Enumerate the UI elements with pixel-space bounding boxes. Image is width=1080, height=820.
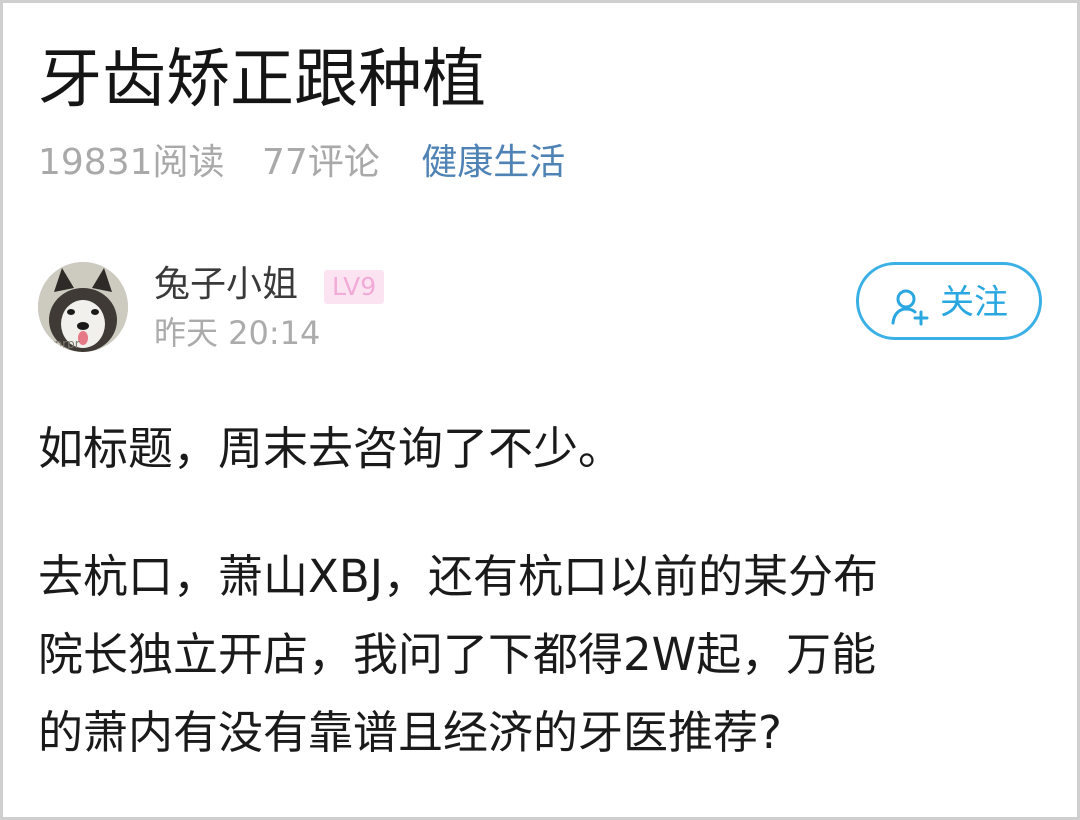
read-count: 19831阅读 [38, 142, 225, 183]
post-paragraph-2-line-3: 的萧内有没有靠谱且经济的牙医推荐? [38, 706, 782, 759]
husky-dog-avatar-icon: prprpr [38, 262, 128, 352]
post-meta: 19831阅读 77评论 健康生活 [38, 138, 565, 188]
author-row: prprpr 兔子小姐 LV9 昨天 20:14 关注 [38, 262, 1042, 352]
post-paragraph-1: 如标题，周末去咨询了不少。 [38, 422, 624, 475]
post-time: 昨天 20:14 [154, 314, 321, 352]
post-paragraph-2: 去杭口，萧山XBJ，还有杭口以前的某分布 院长独立开店，我问了下都得2W起，万能… [38, 538, 1048, 772]
comment-count[interactable]: 77评论 [262, 138, 380, 188]
avatar[interactable]: prprpr [38, 262, 128, 352]
svg-text:prprpr: prprpr [42, 337, 80, 351]
post-paragraph-2-line-2: 院长独立开店，我问了下都得2W起，万能 [38, 628, 877, 681]
post-paragraph-2-line-1: 去杭口，萧山XBJ，还有杭口以前的某分布 [38, 550, 878, 603]
post-title: 牙齿矫正跟种植 [38, 43, 486, 117]
author-name[interactable]: 兔子小姐 [154, 262, 298, 308]
user-plus-icon [890, 280, 930, 325]
follow-button[interactable]: 关注 [856, 262, 1042, 340]
level-badge: LV9 [324, 270, 385, 304]
category-link[interactable]: 健康生活 [421, 138, 565, 188]
post-body: 如标题，周末去咨询了不少。 去杭口，萧山XBJ，还有杭口以前的某分布 院长独立开… [38, 410, 1048, 772]
follow-button-label: 关注 [940, 282, 1008, 323]
